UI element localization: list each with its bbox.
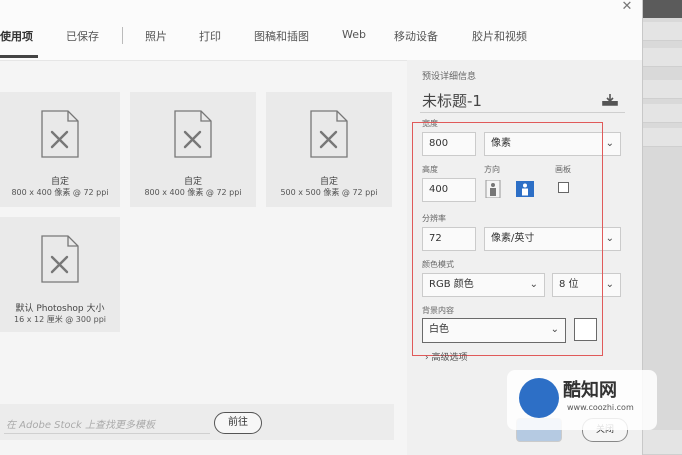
watermark: 酷知网 www.coozhi.com	[507, 370, 657, 430]
preset-size: 500 x 500 像素 @ 72 ppi	[280, 188, 378, 197]
watermark-title: 酷知网	[563, 380, 617, 401]
preset-tile[interactable]: 默认 Photoshop 大小 16 x 12 厘米 @ 300 ppi	[0, 217, 120, 332]
tab-mobile[interactable]: 移动设备	[394, 28, 438, 44]
panel-footer	[643, 430, 682, 455]
document-icon	[310, 110, 348, 158]
panel-row	[643, 80, 682, 99]
preset-tab-bar: 使用项 已保存 照片 打印 图稿和插图 Web 移动设备 胶片和视频 ✕	[0, 0, 642, 61]
name-underline	[420, 112, 625, 113]
document-name-input[interactable]: 未标题-1	[422, 90, 482, 111]
advanced-options-label: 高级选项	[431, 353, 468, 363]
tab-recent[interactable]: 使用项	[0, 28, 33, 44]
preset-name: 自定	[319, 177, 338, 187]
tab-film-video[interactable]: 胶片和视频	[472, 28, 527, 44]
chevron-down-icon: ⌄	[605, 233, 614, 244]
document-icon	[41, 235, 79, 283]
active-tab-indicator	[0, 55, 38, 58]
close-icon[interactable]: ✕	[618, 0, 636, 14]
preset-size: 16 x 12 厘米 @ 300 ppi	[14, 315, 106, 324]
document-icon	[174, 110, 212, 158]
panel-row	[643, 128, 682, 147]
panel-row	[643, 104, 682, 123]
tab-saved[interactable]: 已保存	[66, 28, 99, 44]
tab-separator	[122, 27, 123, 44]
chevron-down-icon: ⌄	[605, 138, 614, 149]
go-button[interactable]: 前往	[214, 412, 262, 434]
advanced-options-toggle[interactable]: › 高级选项	[425, 350, 468, 363]
watermark-logo-icon	[519, 378, 559, 418]
panel-row	[643, 48, 682, 67]
document-icon	[41, 110, 79, 158]
stock-input-underline	[4, 433, 210, 434]
preset-tile[interactable]: 自定 500 x 500 像素 @ 72 ppi	[266, 92, 392, 207]
preset-size: 800 x 400 像素 @ 72 ppi	[144, 188, 242, 197]
preset-name: 自定	[50, 177, 69, 187]
details-header: 预设详细信息	[422, 72, 477, 82]
save-preset-icon[interactable]	[602, 94, 618, 106]
highlight-box	[412, 122, 603, 356]
chevron-right-icon: ›	[425, 353, 429, 363]
stock-search-bar: 在 Adobe Stock 上查找更多模板 前往	[0, 404, 394, 440]
preset-size: 800 x 400 像素 @ 72 ppi	[11, 188, 109, 197]
watermark-url: www.coozhi.com	[567, 403, 634, 412]
preset-tile[interactable]: 自定 800 x 400 像素 @ 72 ppi	[0, 92, 120, 207]
tab-web[interactable]: Web	[342, 28, 366, 41]
tab-art-illustration[interactable]: 图稿和插图	[254, 28, 309, 44]
tab-print[interactable]: 打印	[199, 28, 221, 44]
panel-header	[643, 0, 682, 18]
preset-tile[interactable]: 自定 800 x 400 像素 @ 72 ppi	[130, 92, 256, 207]
panel-row	[643, 22, 682, 41]
tab-photo[interactable]: 照片	[145, 28, 167, 44]
chevron-down-icon: ⌄	[605, 279, 614, 290]
preset-name: 默认 Photoshop 大小	[15, 304, 105, 314]
stock-search-input[interactable]: 在 Adobe Stock 上查找更多模板	[6, 416, 155, 431]
preset-name: 自定	[183, 177, 202, 187]
